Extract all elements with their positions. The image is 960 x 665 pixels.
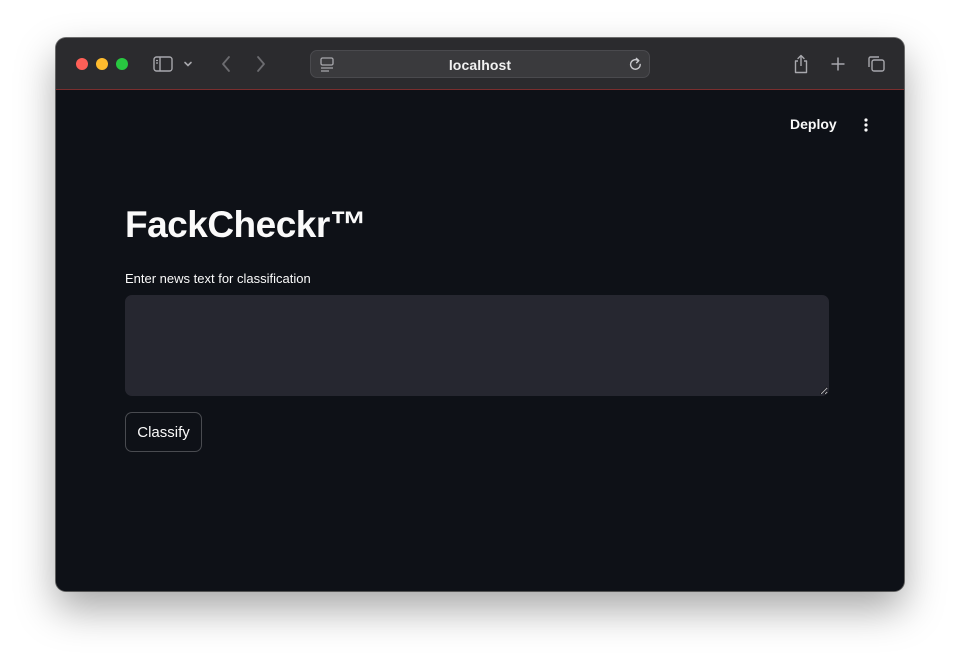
- url-text[interactable]: localhost: [311, 57, 649, 73]
- chevron-down-icon[interactable]: [182, 54, 194, 74]
- reload-icon[interactable]: [628, 57, 643, 77]
- page-title: FackCheckr™: [125, 204, 367, 245]
- sidebar-toggle-icon[interactable]: [153, 54, 173, 74]
- share-icon[interactable]: [791, 54, 811, 74]
- news-text-input[interactable]: [125, 295, 829, 396]
- tabs-overview-icon[interactable]: [866, 54, 886, 74]
- plus-icon[interactable]: [828, 54, 848, 74]
- browser-toolbar: localhost: [56, 38, 904, 90]
- browser-window: localhost Deploy FackCheckr™ Enter news …: [56, 38, 904, 591]
- address-bar[interactable]: localhost: [310, 50, 650, 78]
- app-content: Deploy FackCheckr™ Enter news text for c…: [56, 90, 904, 591]
- minimize-window-button[interactable]: [96, 58, 108, 70]
- zoom-window-button[interactable]: [116, 58, 128, 70]
- back-arrow-icon[interactable]: [216, 54, 236, 74]
- news-text-label: Enter news text for classification: [125, 271, 311, 286]
- kebab-menu-icon[interactable]: [856, 116, 876, 134]
- forward-arrow-icon[interactable]: [251, 54, 271, 74]
- deploy-button[interactable]: Deploy: [790, 116, 837, 132]
- close-window-button[interactable]: [76, 58, 88, 70]
- classify-button[interactable]: Classify: [125, 412, 202, 452]
